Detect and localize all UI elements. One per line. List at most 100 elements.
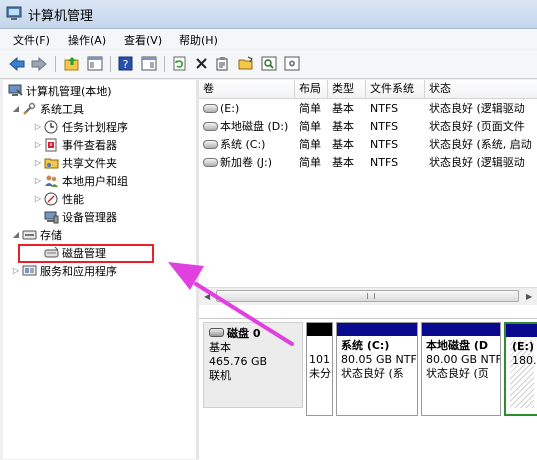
toolbar-separator [55,56,56,72]
tree-node-storage[interactable]: ◢ 存储 [11,226,62,243]
delete-icon[interactable] [193,55,210,72]
scrollbar-thumb[interactable] [216,290,519,302]
back-icon[interactable] [8,55,25,72]
computer-management-icon [6,6,22,21]
tree-label-system-tools: 系统工具 [40,102,84,116]
refresh-icon[interactable] [171,55,188,72]
disk-state: 联机 [209,369,231,382]
expand-triangle-icon[interactable]: ▷ [11,266,21,275]
action-pane-icon[interactable] [140,55,157,72]
tree-label-task-scheduler: 任务计划程序 [62,120,128,134]
partition-c[interactable]: 系统 (C:) 80.05 GB NTF 状态良好 (系 [336,322,418,416]
tree-node-services-apps[interactable]: ▷ 服务和应用程序 [11,262,117,279]
tree-label-device-manager: 设备管理器 [62,210,117,224]
menu-bar: 文件(F) 操作(A) 查看(V) 帮助(H) [0,29,537,49]
volume-icon [203,104,218,113]
tree-node-performance[interactable]: ▷ 性能 [33,190,84,207]
volume-type: 基本 [332,120,354,133]
tools-icon [21,101,37,116]
partition-name: (E:) [512,340,534,353]
tree-node-event-viewer[interactable]: ▷ 事件查看器 [33,136,117,153]
volume-layout: 简单 [299,120,321,133]
expand-triangle-icon[interactable]: ▷ [33,122,43,131]
partition-d[interactable]: 本地磁盘 (D 80.00 GB NTF 状态良好 (页 [421,322,501,416]
partition-status: 状态良好 (页 [426,367,489,380]
help-icon[interactable]: ? [117,55,134,72]
disk-info[interactable]: 磁盘 0 基本 465.76 GB 联机 [203,322,303,408]
expand-triangle-icon[interactable]: ▷ [33,158,43,167]
tree-node-task-scheduler[interactable]: ▷ 任务计划程序 [33,118,128,135]
computer-management-icon [7,83,23,98]
settings-icon[interactable] [283,55,300,72]
show-hide-tree-icon[interactable] [86,55,103,72]
table-row[interactable]: 新加卷 (J:) 简单 基本 NTFS 状态良好 (逻辑驱动 [199,154,537,171]
partition-size: 80.00 GB NTF [426,353,500,366]
partition-e[interactable]: (E:) 180. [504,322,537,416]
partition-size: 180. [512,354,537,367]
search-icon[interactable] [260,55,277,72]
performance-icon [43,191,59,206]
tree-node-system-tools[interactable]: ◢ 系统工具 [11,100,84,117]
volume-type: 基本 [332,138,354,151]
menu-file[interactable]: 文件(F) [13,32,50,48]
volume-status: 状态良好 (逻辑驱动 [429,102,525,115]
table-row[interactable]: 系统 (C:) 简单 基本 NTFS 状态良好 (系统, 启动 [199,136,537,153]
volume-type: 基本 [332,156,354,169]
tree-label-root: 计算机管理(本地) [26,84,112,98]
collapse-triangle-icon[interactable]: ◢ [11,104,21,113]
volume-status: 状态良好 (系统, 启动 [429,138,532,151]
partition-size: 80.05 GB NTF [341,353,417,366]
tree-node-local-users[interactable]: ▷ 本地用户和组 [33,172,128,189]
event-viewer-icon [43,137,59,152]
expand-triangle-icon[interactable]: ▷ [33,140,43,149]
volume-name: 系统 (C:) [220,138,266,151]
partition-unallocated[interactable]: 101 未分 [306,322,333,416]
column-header-volume[interactable]: 卷 [199,80,295,98]
column-header-filesystem[interactable]: 文件系统 [366,80,425,98]
scroll-right-icon[interactable]: ▶ [526,292,532,301]
expand-triangle-icon[interactable]: ▷ [33,194,43,203]
tree-label-performance: 性能 [62,192,84,206]
tree-node-root[interactable]: 计算机管理(本地) [7,82,112,99]
volume-name: (E:) [220,102,240,115]
menu-help[interactable]: 帮助(H) [179,32,218,48]
horizontal-scrollbar[interactable]: ◀ ▶ [199,287,537,305]
volume-type: 基本 [332,102,354,115]
column-header-status[interactable]: 状态 [425,80,537,98]
tree-node-device-manager[interactable]: 设备管理器 [43,208,117,225]
partition-status: 状态良好 (系 [341,367,404,380]
svg-text:?: ? [123,58,129,71]
menu-view[interactable]: 查看(V) [124,32,162,48]
table-row[interactable]: 本地磁盘 (D:) 简单 基本 NTFS 状态良好 (页面文件 [199,118,537,135]
volume-layout: 简单 [299,156,321,169]
volume-pane: 卷 布局 类型 文件系统 状态 (E:) 简单 基本 NTFS 状态良好 (逻辑… [199,80,537,460]
column-header-layout[interactable]: 布局 [295,80,328,98]
partition-name: 系统 (C:) [341,339,390,352]
open-icon[interactable] [237,55,254,72]
up-folder-icon[interactable] [63,55,80,72]
expand-triangle-icon[interactable]: ▷ [33,176,43,185]
tree-label-event-viewer: 事件查看器 [62,138,117,152]
users-icon [43,173,59,188]
forward-icon[interactable] [30,55,47,72]
properties-icon[interactable] [214,55,231,72]
device-manager-icon [43,209,59,224]
menu-action[interactable]: 操作(A) [68,32,106,48]
tree-label-shared-folders: 共享文件夹 [62,156,117,170]
collapse-triangle-icon[interactable]: ◢ [11,230,21,239]
volume-layout: 简单 [299,102,321,115]
tree-node-shared-folders[interactable]: ▷ 共享文件夹 [33,154,117,171]
tree-label-services-apps: 服务和应用程序 [40,264,117,278]
volume-name: 本地磁盘 (D:) [220,120,289,133]
toolbar: ? [0,50,537,79]
grip-icon [367,293,375,299]
volume-name: 新加卷 (J:) [220,156,273,169]
volume-fs: NTFS [370,102,399,115]
disk-size: 465.76 GB [209,355,268,368]
column-header-type[interactable]: 类型 [328,80,366,98]
shared-folder-icon [43,155,59,170]
partition-size: 101 [309,353,330,366]
scroll-left-icon[interactable]: ◀ [204,292,210,301]
table-row[interactable]: (E:) 简单 基本 NTFS 状态良好 (逻辑驱动 [199,100,537,117]
volume-icon [203,140,218,149]
